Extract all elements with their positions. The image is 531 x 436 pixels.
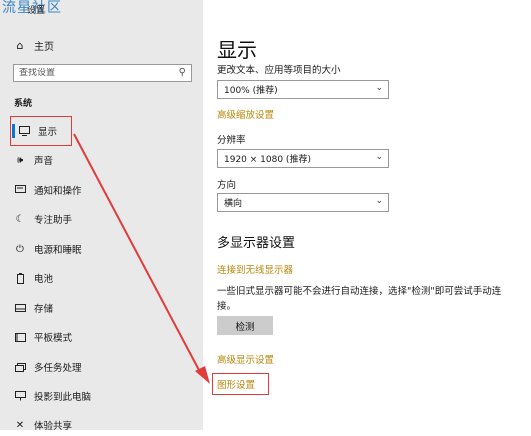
notification-icon	[14, 185, 26, 195]
battery-icon	[14, 272, 26, 284]
sidebar-item-label: 通知和操作	[34, 186, 82, 197]
sidebar: 流星社区 设置 ⌂ 主页 ⚲ 系统 显示 🕪 声音 通知和操作 ☾ 专注助手 ⏻…	[0, 0, 203, 432]
detect-description: 一些旧式显示器可能不会进行自动连接，选择"检测"即可尝试手动连接。	[217, 286, 502, 312]
sidebar-item-label: 存储	[34, 304, 54, 315]
sidebar-item-home[interactable]: ⌂ 主页	[14, 38, 55, 53]
scale-label: 更改文本、应用等项目的大小	[217, 65, 341, 76]
power-icon: ⏻	[16, 243, 24, 255]
sidebar-item-focus-assist[interactable]: ☾ 专注助手	[0, 208, 203, 230]
sidebar-item-label: 电源和睡眠	[34, 245, 82, 256]
moon-icon: ☾	[15, 213, 25, 225]
multi-display-heading: 多显示器设置	[217, 236, 296, 251]
advanced-display-link[interactable]: 高级显示设置	[217, 352, 274, 366]
chevron-down-icon: ⌄	[375, 83, 383, 93]
sidebar-item-label: 主页	[34, 42, 54, 53]
wireless-display-link[interactable]: 连接到无线显示器	[217, 262, 293, 276]
sidebar-item-shared-experiences[interactable]: ✕ 体验共享	[0, 414, 203, 436]
sidebar-item-label: 平板模式	[34, 333, 73, 344]
window-title: 设置	[27, 6, 46, 16]
search-box[interactable]: ⚲	[13, 64, 192, 82]
resolution-value: 1920 × 1080 (推荐)	[224, 155, 311, 165]
multitask-icon	[14, 362, 26, 372]
sidebar-item-power-sleep[interactable]: ⏻ 电源和睡眠	[0, 238, 203, 260]
sidebar-item-battery[interactable]: 电池	[0, 267, 203, 289]
sidebar-item-notifications[interactable]: 通知和操作	[0, 179, 203, 201]
advanced-scaling-link[interactable]: 高级缩放设置	[217, 107, 274, 121]
search-icon[interactable]: ⚲	[179, 67, 186, 78]
annotation-box-graphics	[212, 373, 269, 395]
chevron-down-icon: ⌄	[375, 152, 383, 162]
search-input[interactable]	[19, 68, 179, 78]
sidebar-item-storage[interactable]: 存储	[0, 297, 203, 319]
sidebar-item-tablet-mode[interactable]: 平板模式	[0, 326, 203, 348]
resolution-dropdown[interactable]: 1920 × 1080 (推荐) ⌄	[217, 149, 389, 168]
detect-button[interactable]: 检测	[217, 316, 273, 335]
projection-icon	[14, 391, 26, 401]
sidebar-item-label: 声音	[34, 156, 54, 167]
orientation-dropdown[interactable]: 横向 ⌄	[217, 193, 389, 212]
sidebar-item-project-to-pc[interactable]: 投影到此电脑	[0, 385, 203, 407]
annotation-box-display	[10, 116, 72, 146]
sidebar-item-sound[interactable]: 🕪 声音	[0, 149, 203, 171]
sidebar-item-label: 投影到此电脑	[34, 392, 92, 403]
resolution-label: 分辨率	[217, 135, 246, 146]
storage-icon	[14, 304, 26, 312]
tablet-icon	[14, 332, 26, 342]
chevron-down-icon: ⌄	[375, 196, 383, 206]
sidebar-item-label: 多任务处理	[34, 363, 82, 374]
sidebar-item-multitasking[interactable]: 多任务处理	[0, 356, 203, 378]
share-icon: ✕	[15, 419, 25, 431]
sidebar-item-label: 专注助手	[34, 215, 73, 226]
section-label: 系统	[14, 99, 33, 109]
home-icon: ⌂	[16, 39, 24, 52]
sidebar-item-label: 电池	[34, 274, 54, 285]
scale-value: 100% (推荐)	[224, 86, 278, 96]
orientation-value: 横向	[224, 199, 243, 209]
orientation-label: 方向	[217, 180, 237, 191]
page-title: 显示	[217, 38, 257, 62]
speaker-icon: 🕪	[16, 154, 24, 166]
scale-dropdown[interactable]: 100% (推荐) ⌄	[217, 80, 389, 99]
